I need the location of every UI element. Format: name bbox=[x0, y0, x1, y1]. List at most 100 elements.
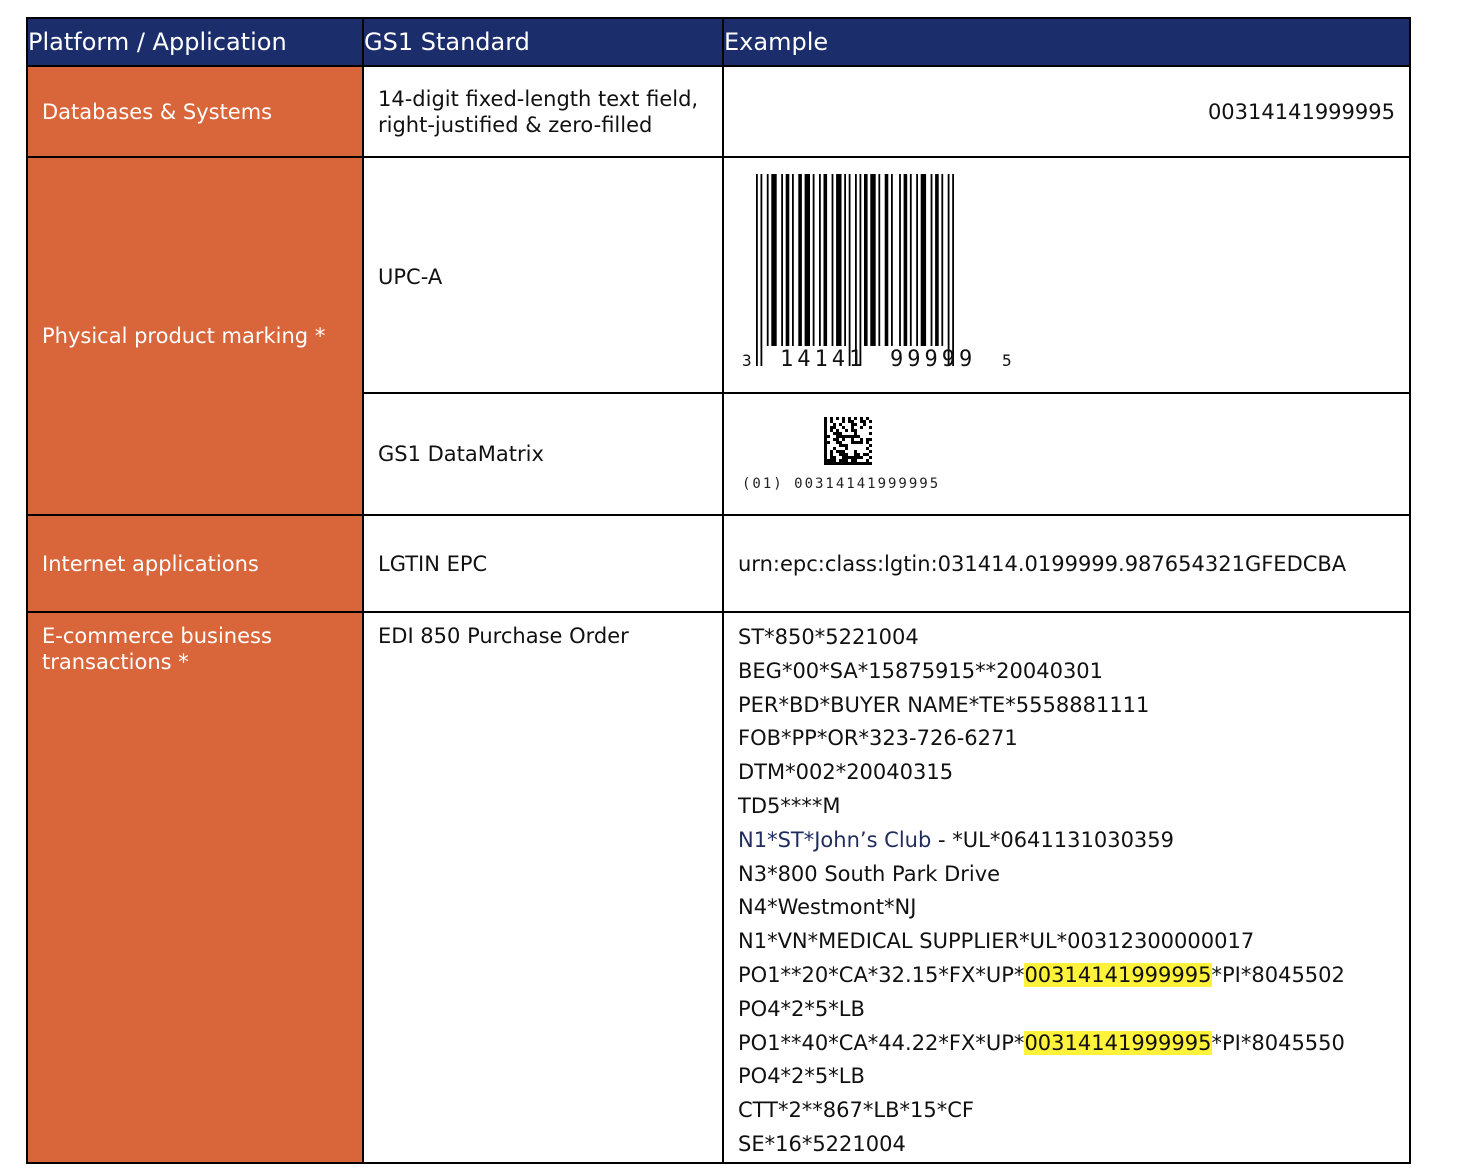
datamatrix-module bbox=[869, 432, 872, 435]
datamatrix-module bbox=[824, 450, 827, 453]
datamatrix-module bbox=[851, 459, 854, 462]
header-standard: GS1 Standard bbox=[362, 17, 724, 67]
datamatrix-module bbox=[860, 441, 863, 444]
barcode-bar bbox=[781, 174, 783, 346]
barcode-bar bbox=[766, 174, 769, 346]
datamatrix-module bbox=[863, 462, 866, 465]
datamatrix-module bbox=[830, 456, 833, 459]
barcode-bar bbox=[864, 174, 868, 346]
datamatrix-module bbox=[845, 453, 848, 456]
datamatrix-module bbox=[824, 447, 827, 450]
standard-datamatrix: GS1 DataMatrix bbox=[362, 392, 724, 516]
datamatrix-module bbox=[839, 444, 842, 447]
barcode-bar bbox=[870, 174, 876, 346]
datamatrix-module bbox=[824, 426, 827, 429]
datamatrix-module bbox=[827, 441, 830, 444]
row-internet: Internet applications LGTIN EPC urn:epc:… bbox=[26, 514, 1411, 613]
datamatrix-module bbox=[866, 453, 869, 456]
datamatrix-module bbox=[866, 417, 869, 420]
datamatrix-module bbox=[839, 432, 842, 435]
datamatrix-module bbox=[854, 453, 857, 456]
datamatrix-module bbox=[866, 459, 869, 462]
barcode-bar bbox=[899, 174, 901, 346]
edi-line: BEG*00*SA*15875915**20040301 bbox=[738, 658, 1104, 683]
datamatrix-module bbox=[845, 456, 848, 459]
datamatrix-module bbox=[869, 444, 872, 447]
barcode-bar bbox=[760, 174, 763, 366]
datamatrix-module bbox=[824, 432, 827, 435]
datamatrix-module bbox=[863, 423, 866, 426]
datamatrix-module bbox=[848, 420, 851, 423]
datamatrix-module bbox=[842, 450, 845, 453]
datamatrix-module bbox=[827, 459, 830, 462]
barcode-bar bbox=[891, 174, 893, 346]
datamatrix-module bbox=[839, 459, 842, 462]
edi-line: DTM*002*20040315 bbox=[738, 760, 954, 785]
datamatrix-module bbox=[851, 435, 854, 438]
datamatrix-module bbox=[848, 417, 851, 420]
datamatrix-module bbox=[866, 438, 869, 441]
barcode-bar bbox=[855, 174, 857, 366]
datamatrix-module bbox=[851, 429, 854, 432]
datamatrix-module bbox=[842, 462, 845, 465]
datamatrix-module bbox=[851, 420, 854, 423]
barcode-bar bbox=[819, 174, 821, 346]
datamatrix-module bbox=[851, 438, 854, 441]
datamatrix-module bbox=[842, 435, 845, 438]
barcode-bar bbox=[884, 174, 889, 346]
datamatrix-module bbox=[836, 438, 839, 441]
datamatrix-module bbox=[830, 429, 833, 432]
barcode-bar bbox=[836, 174, 842, 346]
datamatrix-module bbox=[854, 462, 857, 465]
barcode-bar bbox=[903, 174, 908, 346]
barcode-bar bbox=[756, 174, 758, 366]
datamatrix-module bbox=[854, 423, 857, 426]
edi-line: TD5****M bbox=[738, 793, 841, 818]
datamatrix-block: (01) 00314141999995 bbox=[724, 395, 1409, 513]
standard-text-field: 14-digit fixed-length text field, right-… bbox=[362, 65, 724, 158]
datamatrix-module bbox=[854, 417, 857, 420]
datamatrix-module bbox=[836, 462, 839, 465]
datamatrix-module bbox=[836, 441, 839, 444]
edi-line: N4*Westmont*NJ bbox=[738, 895, 917, 920]
datamatrix-module bbox=[854, 450, 857, 453]
datamatrix-module bbox=[842, 426, 845, 429]
datamatrix-module bbox=[851, 462, 854, 465]
datamatrix-module bbox=[857, 462, 860, 465]
datamatrix-module bbox=[836, 429, 839, 432]
barcode-digit-right: 5 bbox=[1002, 351, 1012, 370]
barcode-bar bbox=[935, 174, 939, 346]
datamatrix-module bbox=[842, 459, 845, 462]
datamatrix-module bbox=[869, 426, 872, 429]
edi-line: PER*BD*BUYER NAME*TE*5558881111 bbox=[738, 692, 1150, 717]
example-edi-message: ST*850*5221004 BEG*00*SA*15875915**200403… bbox=[722, 611, 1411, 1164]
datamatrix-module bbox=[830, 459, 833, 462]
example-epc-urn: urn:epc:class:lgtin:031414.0199999.98765… bbox=[722, 514, 1411, 613]
edi-line: N1*ST*John’s Club - *UL*0641131030359 bbox=[738, 827, 1175, 852]
platform-line-1: E-commerce business bbox=[42, 624, 272, 648]
datamatrix-module bbox=[836, 435, 839, 438]
datamatrix-module bbox=[824, 453, 827, 456]
edi-line: FOB*PP*OR*323-726-6271 bbox=[738, 726, 1018, 751]
datamatrix-module bbox=[860, 426, 863, 429]
datamatrix-module bbox=[833, 432, 836, 435]
platform-databases: Databases & Systems bbox=[26, 65, 364, 158]
datamatrix-module bbox=[842, 438, 845, 441]
platform-ecommerce: E-commerce business transactions * bbox=[26, 611, 364, 1164]
edi-line: PO4*2*5*LB bbox=[738, 996, 865, 1021]
datamatrix-module bbox=[854, 435, 857, 438]
barcode-digits-group2: 99999 bbox=[890, 347, 976, 372]
datamatrix-module bbox=[839, 423, 842, 426]
datamatrix-caption: (01) 00314141999995 bbox=[742, 476, 941, 492]
example-datamatrix-cell: (01) 00314141999995 bbox=[722, 392, 1411, 516]
datamatrix-modules bbox=[824, 417, 872, 465]
datamatrix-module bbox=[842, 453, 845, 456]
barcode-bar bbox=[916, 174, 918, 346]
barcode-bar bbox=[823, 174, 828, 346]
datamatrix-module bbox=[857, 435, 860, 438]
datamatrix-module bbox=[848, 456, 851, 459]
datamatrix-module bbox=[866, 462, 869, 465]
edi-line: PO4*2*5*LB bbox=[738, 1064, 865, 1089]
datamatrix-module bbox=[830, 453, 833, 456]
header-example: Example bbox=[722, 17, 1411, 67]
